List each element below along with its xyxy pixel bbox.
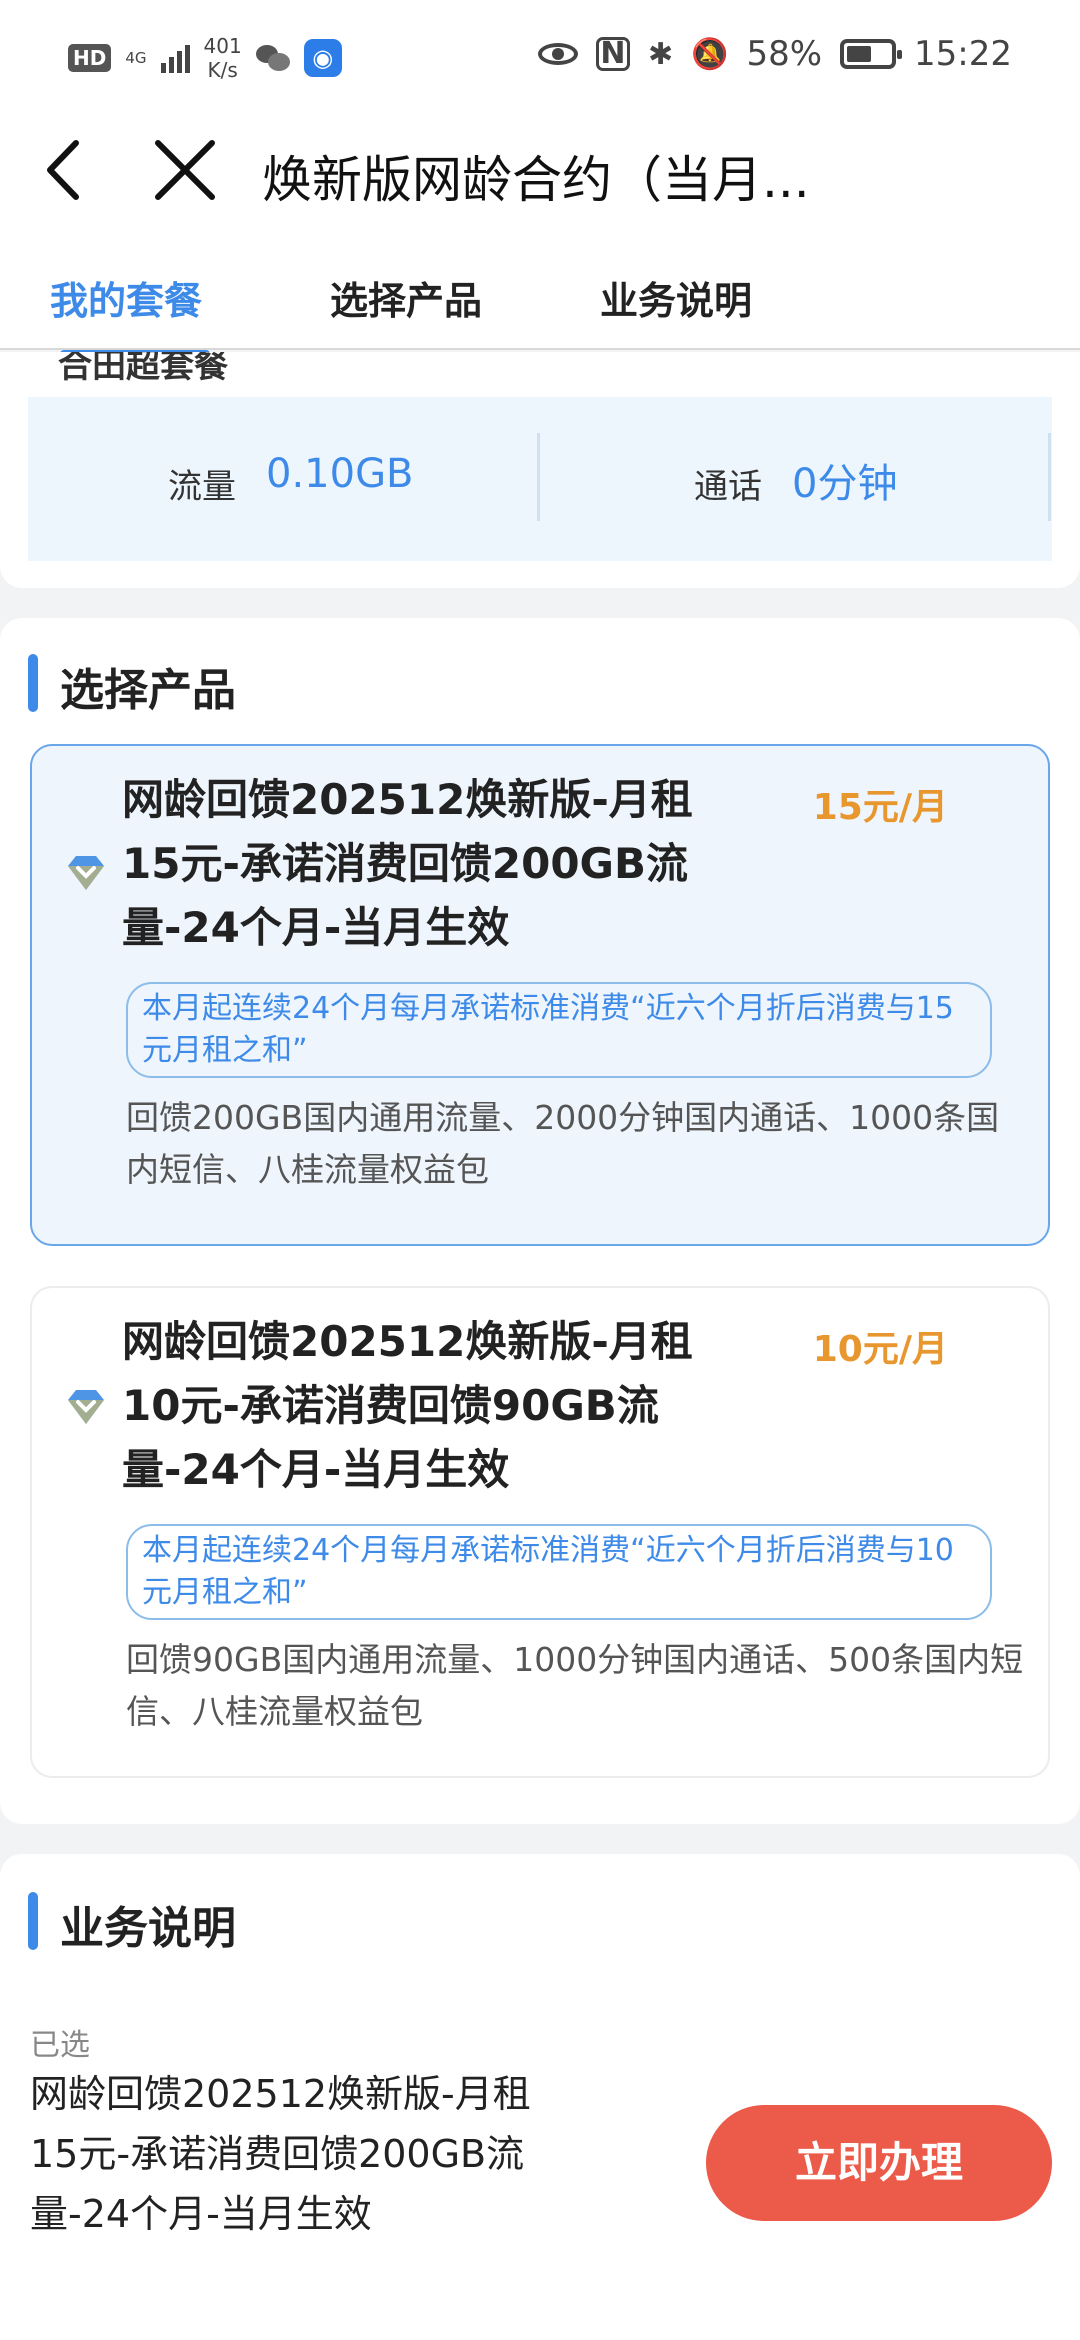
eye-comfort-icon	[537, 43, 578, 65]
product-card-15[interactable]: 网龄回馈202512焕新版-月租15元-承诺消费回馈200GB流量-24个月-当…	[30, 744, 1050, 1246]
section-title-description: 业务说明	[60, 1903, 236, 1954]
usage-box: 流量 0.10GB 通话 0分钟	[28, 397, 1052, 561]
clock: 15:22	[914, 34, 1012, 74]
benefit-text: 回馈90GB国内通用流量、1000分钟国内通话、500条国内短信、八桂流量权益包	[126, 1640, 1024, 1731]
section-title-products: 选择产品	[60, 665, 236, 716]
tab-select-product[interactable]: 选择产品	[330, 270, 482, 325]
data-label: 流量	[168, 467, 236, 507]
network-type: 4G	[125, 49, 147, 67]
call-label: 通话	[694, 467, 762, 507]
page-title: 焕新版网龄合约（当月...	[262, 151, 810, 209]
network-speed: 401 K/s	[204, 34, 242, 82]
nfc-icon: N	[595, 37, 630, 71]
signal-icon	[160, 43, 190, 73]
speed-value: 401	[203, 34, 242, 58]
my-plan-card: 合田超套餐 流量 0.10GB 通话 0分钟	[0, 352, 1080, 588]
status-bar: HD 4G 401 K/s ◉ N ✱ 🔕 58% 15:22	[0, 0, 1080, 120]
diamond-icon	[68, 1390, 104, 1424]
product-name: 网龄回馈202512焕新版-月租10元-承诺消费回馈90GB流量-24个月-当月…	[122, 1317, 693, 1494]
hd-icon: HD	[68, 44, 112, 72]
commitment-tag: 本月起连续24个月每月承诺标准消费“近六个月折后消费与15元月租之和”	[126, 982, 992, 1078]
business-description-section: 业务说明 已选 网龄回馈202512焕新版-月租15元-承诺消费回馈200GB流…	[0, 1854, 1080, 2340]
product-card-10[interactable]: 网龄回馈202512焕新版-月租10元-承诺消费回馈90GB流量-24个月-当月…	[30, 1286, 1050, 1778]
battery-fill	[847, 46, 872, 62]
app-notification-icon: ◉	[303, 39, 342, 77]
tab-my-plan[interactable]: 我的套餐	[50, 270, 202, 325]
plan-heading-cut: 合田超套餐	[58, 352, 228, 386]
section-accent-bar	[28, 654, 38, 712]
usage-divider	[537, 433, 540, 521]
usage-divider-right	[1048, 433, 1051, 521]
close-icon	[155, 140, 215, 200]
diamond-icon	[68, 856, 104, 890]
product-price: 15元/月	[812, 787, 948, 828]
selected-label: 已选	[30, 2028, 90, 2063]
call-value: 0分钟	[792, 461, 898, 507]
submit-button[interactable]: 立即办理	[706, 2105, 1052, 2221]
benefit-text: 回馈200GB国内通用流量、2000分钟国内通话、1000条国内短信、八桂流量权…	[126, 1098, 1000, 1189]
bluetooth-icon: ✱	[647, 36, 674, 72]
product-price: 10元/月	[812, 1329, 948, 1370]
select-product-section: 选择产品 网龄回馈202512焕新版-月租15元-承诺消费回馈200GB流量-2…	[0, 618, 1080, 1824]
mute-bell-icon: 🔕	[691, 36, 729, 72]
selected-product-name: 网龄回馈202512焕新版-月租15元-承诺消费回馈200GB流量-24个月-当…	[30, 2072, 531, 2236]
back-button[interactable]	[40, 135, 90, 205]
battery-percent: 58%	[746, 34, 823, 74]
section-accent-bar	[28, 1892, 38, 1950]
back-arrow-icon	[47, 140, 79, 200]
data-value: 0.10GB	[266, 451, 414, 497]
status-left: HD 4G 401 K/s ◉	[68, 34, 342, 82]
status-right: N ✱ 🔕 58% 15:22	[537, 34, 1012, 74]
battery-icon	[840, 39, 903, 69]
wechat-icon	[255, 43, 290, 73]
tab-business-description[interactable]: 业务说明	[600, 270, 752, 325]
close-button[interactable]	[150, 135, 220, 205]
commitment-tag: 本月起连续24个月每月承诺标准消费“近六个月折后消费与10元月租之和”	[126, 1524, 992, 1620]
product-name: 网龄回馈202512焕新版-月租15元-承诺消费回馈200GB流量-24个月-当…	[122, 775, 693, 952]
speed-unit: K/s	[207, 58, 238, 82]
